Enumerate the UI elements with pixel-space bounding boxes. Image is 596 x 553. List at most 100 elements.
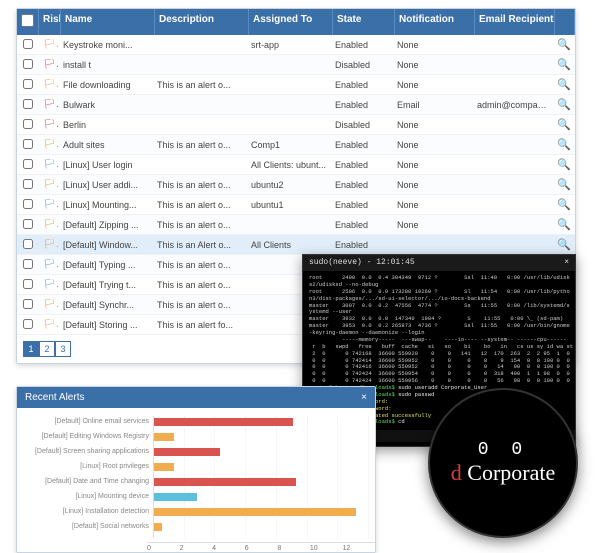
cell-description: This is an alert o...	[153, 260, 247, 270]
search-icon[interactable]: 🔍	[557, 138, 571, 151]
cell-description: This is an alert o...	[153, 180, 247, 190]
row-checkbox[interactable]	[17, 319, 39, 331]
close-icon[interactable]: ×	[361, 392, 367, 403]
cell-assigned-to: All Clients	[247, 240, 331, 250]
row-checkbox[interactable]	[17, 79, 39, 91]
search-icon[interactable]: 🔍	[557, 218, 571, 231]
cell-assigned-to: ubuntu2	[247, 180, 331, 190]
row-actions: ✎👁🔍	[553, 98, 575, 111]
row-checkbox[interactable]	[17, 299, 39, 311]
chart-bar[interactable]	[154, 493, 197, 501]
table-row[interactable]: 🏳File downloadingThis is an alert o...En…	[17, 75, 575, 95]
cell-name: [Default] Zipping ...	[59, 220, 153, 230]
chart-bar[interactable]	[154, 448, 220, 456]
row-checkbox[interactable]	[17, 39, 39, 51]
search-icon[interactable]: 🔍	[557, 178, 571, 191]
cell-email: admin@company...	[473, 100, 553, 110]
cell-name: Adult sites	[59, 140, 153, 150]
row-actions: ✎👁🔍	[553, 158, 575, 171]
close-icon[interactable]: ×	[564, 258, 569, 268]
flag-icon: 🏳	[39, 179, 59, 190]
search-icon[interactable]: 🔍	[557, 78, 571, 91]
magnifier-lens: 0 0 d Corporate	[428, 388, 578, 538]
chart-category-labels: [Default] Online email services[Default]…	[23, 416, 153, 538]
flag-icon: 🏳	[39, 139, 59, 150]
chart-category-label: [Default] Social networks	[23, 521, 153, 533]
cell-description: This is an alert o...	[153, 140, 247, 150]
table-row[interactable]: 🏳[Linux] Mounting...This is an alert o..…	[17, 195, 575, 215]
flag-icon: 🏳	[39, 219, 59, 230]
chart-bars-area	[153, 416, 369, 538]
chart-title: Recent Alerts	[25, 392, 84, 403]
row-checkbox[interactable]	[17, 199, 39, 211]
cell-description: This is an alert o...	[153, 220, 247, 230]
flag-icon: 🏳	[39, 319, 59, 330]
search-icon[interactable]: 🔍	[557, 158, 571, 171]
row-checkbox[interactable]	[17, 179, 39, 191]
cell-assigned-to: All Clients: ubunt...	[247, 160, 331, 170]
search-icon[interactable]: 🔍	[557, 58, 571, 71]
row-checkbox[interactable]	[17, 99, 39, 111]
header-risk[interactable]: Risk	[39, 9, 61, 35]
table-row[interactable]: 🏳BulwarkEnabledEmailadmin@company...✎👁🔍	[17, 95, 575, 115]
header-state[interactable]: State	[333, 9, 395, 35]
row-checkbox[interactable]	[17, 159, 39, 171]
header-assigned-to[interactable]: Assigned To	[249, 9, 333, 35]
cell-name: [Linux] User login	[59, 160, 153, 170]
terminal-title: sudo(neeve) - 12:01:45	[309, 258, 415, 268]
chart-bar[interactable]	[154, 478, 296, 486]
page-button[interactable]: 3	[55, 341, 71, 357]
search-icon[interactable]: 🔍	[557, 38, 571, 51]
row-checkbox[interactable]	[17, 59, 39, 71]
cell-name: Berlin	[59, 120, 153, 130]
chart-bar[interactable]	[154, 523, 162, 531]
row-actions: ✎👁🔍	[553, 198, 575, 211]
page-button[interactable]: 2	[39, 341, 55, 357]
chart-bar[interactable]	[154, 508, 356, 516]
table-row[interactable]: 🏳[Linux] User loginAll Clients: ubunt...…	[17, 155, 575, 175]
row-checkbox[interactable]	[17, 139, 39, 151]
chart-bar[interactable]	[154, 463, 174, 471]
cell-state: Disabled	[331, 120, 393, 130]
row-checkbox[interactable]	[17, 119, 39, 131]
table-row[interactable]: 🏳[Default] Zipping ...This is an alert o…	[17, 215, 575, 235]
page-button[interactable]: 1	[23, 341, 39, 357]
chart-header[interactable]: Recent Alerts ×	[17, 387, 375, 408]
header-checkbox[interactable]	[17, 9, 39, 35]
cell-name: Bulwark	[59, 100, 153, 110]
table-row[interactable]: 🏳[Linux] User addi...This is an alert o.…	[17, 175, 575, 195]
chart-bar[interactable]	[154, 433, 174, 441]
row-actions: ✎👁🔍	[553, 58, 575, 71]
cell-state: Enabled	[331, 240, 393, 250]
flag-icon: 🏳	[39, 99, 59, 110]
row-checkbox[interactable]	[17, 219, 39, 231]
cell-assigned-to: srt-app	[247, 40, 331, 50]
cell-state: Enabled	[331, 100, 393, 110]
search-icon[interactable]: 🔍	[557, 238, 571, 251]
row-checkbox[interactable]	[17, 259, 39, 271]
table-row[interactable]: 🏳install tDisabledNone✎👁🔍	[17, 55, 575, 75]
row-checkbox[interactable]	[17, 239, 39, 251]
row-actions: ✎👁🔍	[553, 138, 575, 151]
header-notification[interactable]: Notification	[395, 9, 475, 35]
cell-notification: None	[393, 140, 473, 150]
terminal-titlebar[interactable]: sudo(neeve) - 12:01:45 ×	[303, 255, 575, 271]
row-checkbox[interactable]	[17, 279, 39, 291]
chart-bar[interactable]	[154, 418, 293, 426]
cell-name: [Default] Synchr...	[59, 300, 153, 310]
flag-icon: 🏳	[39, 239, 59, 250]
header-name[interactable]: Name	[61, 9, 155, 35]
row-actions: ✎👁🔍	[553, 118, 575, 131]
table-row[interactable]: 🏳Keystroke moni...srt-appEnabledNone✎👁🔍	[17, 35, 575, 55]
header-description[interactable]: Description	[155, 9, 249, 35]
row-actions: ✎👁🔍	[553, 238, 575, 251]
chart-category-label: [Default] Date and Time changing	[23, 476, 153, 488]
row-actions: ✎👁🔍	[553, 218, 575, 231]
table-row[interactable]: 🏳BerlinDisabledNone✎👁🔍	[17, 115, 575, 135]
table-row[interactable]: 🏳Adult sitesThis is an alert o...Comp1En…	[17, 135, 575, 155]
search-icon[interactable]: 🔍	[557, 98, 571, 111]
search-icon[interactable]: 🔍	[557, 198, 571, 211]
table-row[interactable]: 🏳[Default] Window...This is an Alert o..…	[17, 235, 575, 255]
search-icon[interactable]: 🔍	[557, 118, 571, 131]
header-email-recipient[interactable]: Email Recipient	[475, 9, 555, 35]
